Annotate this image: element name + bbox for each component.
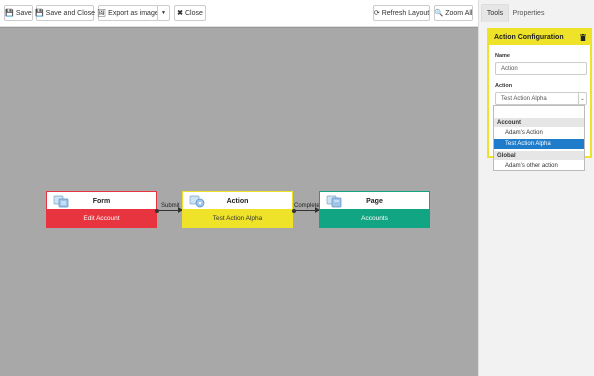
name-input-value: Action [501,65,518,72]
node-subtitle: Test Action Alpha [183,209,292,227]
edge-start-dot [155,208,159,213]
export-as-image-button[interactable]: 🖼 Export as image [97,5,159,21]
chevron-down-icon: ⌄ [578,93,586,104]
save-label: Save [15,9,32,17]
name-input[interactable]: Action [495,62,587,75]
dropdown-group-label: Account [494,118,584,127]
dropdown-group-label: Global [494,151,584,160]
edge-label: Submit [161,203,180,209]
node-subtitle: Edit Account [47,209,156,227]
refresh-icon: ⟳ [373,9,380,17]
action-select-value: Test Action Alpha [501,95,547,102]
search-icon: 🔍 [434,9,444,17]
close-icon: ✖ [177,9,183,17]
export-label: Export as image [108,9,159,17]
close-label: Close [184,9,203,17]
node-title: Form [92,198,111,205]
flow-canvas[interactable]: Form Edit Account Submit Action Test Act… [0,27,478,376]
caret-down-icon: ▼ [161,9,166,16]
action-icon [189,195,205,208]
flow-node-page[interactable]: Page Accounts [319,191,430,228]
flow-edge-submit[interactable] [155,207,183,213]
save-button[interactable]: 💾 Save [4,5,33,21]
config-title: Action Configuration [494,34,564,41]
flow-node-action[interactable]: Action Test Action Alpha [182,191,293,228]
dropdown-option[interactable]: Adam's other action [494,161,584,171]
refresh-label: Refresh Layout [381,9,430,17]
page-icon [326,195,342,208]
close-button[interactable]: ✖ Close [174,5,206,21]
name-field-label: Name [495,53,510,59]
form-icon [53,195,69,208]
toolbar: 💾 Save 💾 Save and Close 🖼 Export as imag… [0,0,478,27]
zoom-all-label: Zoom All [445,9,473,17]
flow-node-form[interactable]: Form Edit Account [46,191,157,228]
refresh-layout-button[interactable]: ⟳ Refresh Layout [373,5,430,21]
flow-edge-complete[interactable] [292,207,320,213]
dropdown-option-selected[interactable]: Test Action Alpha [494,139,584,149]
image-icon: 🖼 [97,9,107,17]
dropdown-option[interactable]: Adam's Action [494,128,584,138]
node-title: Action [226,198,249,205]
floppy-disk-icon: 💾 [5,9,14,17]
floppy-disk-icon: 💾 [34,9,44,17]
save-and-close-label: Save and Close [45,9,96,17]
tab-properties[interactable]: Properties [509,4,548,22]
trash-icon[interactable] [580,34,586,41]
edge-label: Complete [294,203,320,209]
zoom-all-button[interactable]: 🔍 Zoom All [434,5,473,21]
config-header: Action Configuration [489,30,590,45]
export-dropdown-toggle[interactable]: ▼ [157,5,170,21]
node-subtitle: Accounts [320,209,429,227]
node-title: Page [366,198,383,205]
action-dropdown-list[interactable]: Account Adam's Action Test Action Alpha … [493,105,585,171]
action-field-label: Action [495,83,513,89]
action-select[interactable]: Test Action Alpha ⌄ [495,92,587,105]
save-and-close-button[interactable]: 💾 Save and Close [34,5,96,21]
tab-tools[interactable]: Tools [481,4,509,22]
edge-start-dot [292,208,296,213]
